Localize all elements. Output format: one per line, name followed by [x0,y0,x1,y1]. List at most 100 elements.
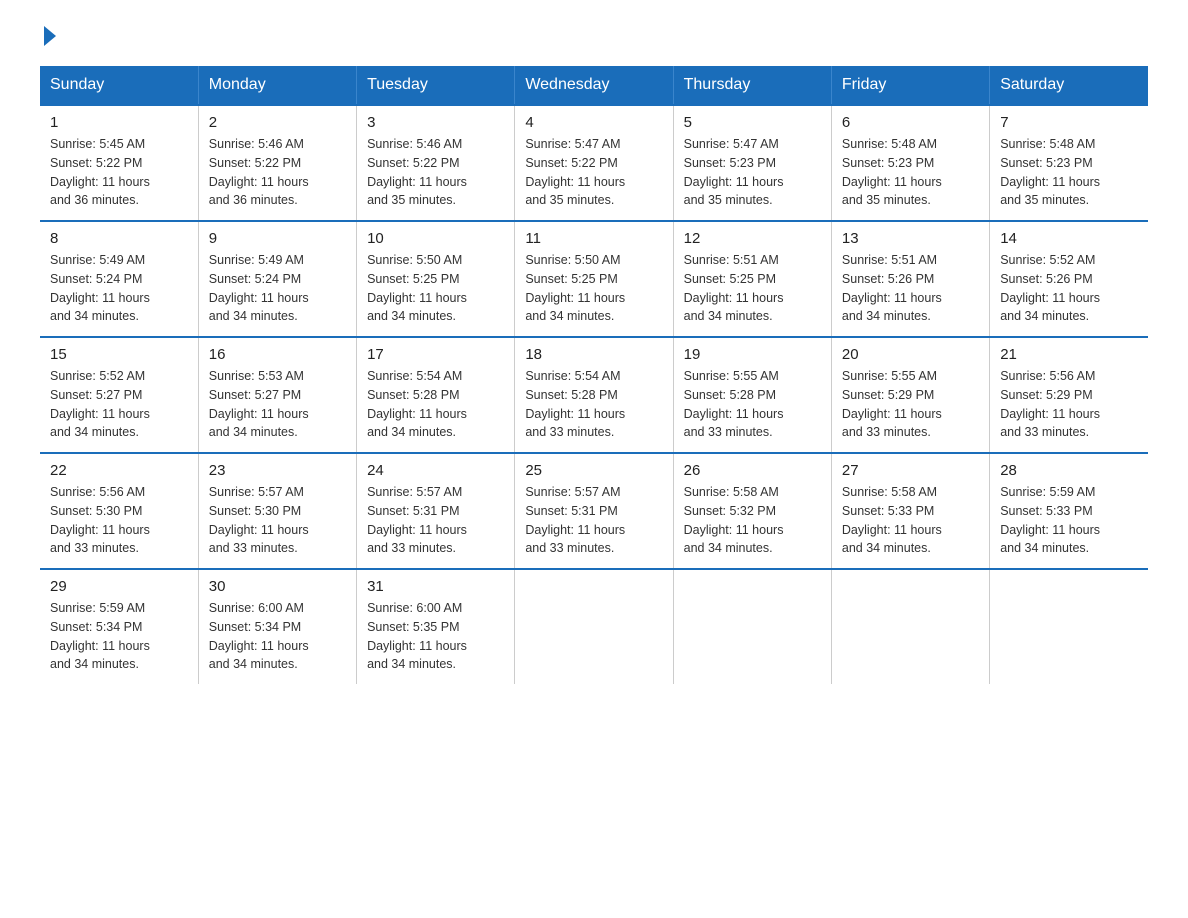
day-number: 21 [1000,346,1138,363]
day-number: 19 [684,346,821,363]
day-sun-info: Sunrise: 5:56 AMSunset: 5:29 PMDaylight:… [1000,367,1138,442]
day-sun-info: Sunrise: 5:49 AMSunset: 5:24 PMDaylight:… [209,251,346,326]
calendar-cell: 12 Sunrise: 5:51 AMSunset: 5:25 PMDayligh… [673,221,831,337]
day-sun-info: Sunrise: 5:57 AMSunset: 5:30 PMDaylight:… [209,483,346,558]
calendar-cell [673,569,831,684]
day-number: 8 [50,230,188,247]
day-sun-info: Sunrise: 5:55 AMSunset: 5:28 PMDaylight:… [684,367,821,442]
day-number: 13 [842,230,979,247]
day-sun-info: Sunrise: 5:50 AMSunset: 5:25 PMDaylight:… [525,251,662,326]
day-sun-info: Sunrise: 5:58 AMSunset: 5:33 PMDaylight:… [842,483,979,558]
day-sun-info: Sunrise: 5:49 AMSunset: 5:24 PMDaylight:… [50,251,188,326]
day-number: 22 [50,462,188,479]
calendar-cell: 23 Sunrise: 5:57 AMSunset: 5:30 PMDayligh… [198,453,356,569]
calendar-cell: 14 Sunrise: 5:52 AMSunset: 5:26 PMDayligh… [990,221,1148,337]
day-header-friday: Friday [831,66,989,105]
day-number: 16 [209,346,346,363]
day-number: 23 [209,462,346,479]
day-number: 12 [684,230,821,247]
day-number: 29 [50,578,188,595]
day-number: 26 [684,462,821,479]
day-number: 3 [367,114,504,131]
day-number: 2 [209,114,346,131]
day-number: 30 [209,578,346,595]
calendar-cell: 7 Sunrise: 5:48 AMSunset: 5:23 PMDaylight… [990,105,1148,221]
day-number: 28 [1000,462,1138,479]
day-sun-info: Sunrise: 5:47 AMSunset: 5:23 PMDaylight:… [684,135,821,210]
calendar-cell: 26Sunrise: 5:58 AMSunset: 5:32 PMDayligh… [673,453,831,569]
calendar-week-row: 8 Sunrise: 5:49 AMSunset: 5:24 PMDaylight… [40,221,1148,337]
calendar-cell [831,569,989,684]
day-sun-info: Sunrise: 5:48 AMSunset: 5:23 PMDaylight:… [842,135,979,210]
day-sun-info: Sunrise: 5:48 AMSunset: 5:23 PMDaylight:… [1000,135,1138,210]
day-sun-info: Sunrise: 5:52 AMSunset: 5:27 PMDaylight:… [50,367,188,442]
day-number: 20 [842,346,979,363]
calendar-week-row: 29Sunrise: 5:59 AMSunset: 5:34 PMDayligh… [40,569,1148,684]
calendar-cell: 31 Sunrise: 6:00 AMSunset: 5:35 PMDayligh… [357,569,515,684]
day-sun-info: Sunrise: 5:57 AMSunset: 5:31 PMDaylight:… [525,483,662,558]
day-number: 24 [367,462,504,479]
calendar-table: SundayMondayTuesdayWednesdayThursdayFrid… [40,66,1148,684]
day-sun-info: Sunrise: 5:54 AMSunset: 5:28 PMDaylight:… [367,367,504,442]
calendar-cell: 30 Sunrise: 6:00 AMSunset: 5:34 PMDayligh… [198,569,356,684]
day-header-saturday: Saturday [990,66,1148,105]
day-sun-info: Sunrise: 5:54 AMSunset: 5:28 PMDaylight:… [525,367,662,442]
calendar-cell: 4Sunrise: 5:47 AMSunset: 5:22 PMDaylight… [515,105,673,221]
calendar-cell: 5 Sunrise: 5:47 AMSunset: 5:23 PMDaylight… [673,105,831,221]
day-header-wednesday: Wednesday [515,66,673,105]
day-sun-info: Sunrise: 5:53 AMSunset: 5:27 PMDaylight:… [209,367,346,442]
day-number: 10 [367,230,504,247]
day-sun-info: Sunrise: 5:51 AMSunset: 5:25 PMDaylight:… [684,251,821,326]
calendar-cell: 20Sunrise: 5:55 AMSunset: 5:29 PMDayligh… [831,337,989,453]
day-number: 1 [50,114,188,131]
calendar-cell: 11 Sunrise: 5:50 AMSunset: 5:25 PMDayligh… [515,221,673,337]
logo-blue-text [40,30,56,46]
day-sun-info: Sunrise: 5:56 AMSunset: 5:30 PMDaylight:… [50,483,188,558]
calendar-cell: 16 Sunrise: 5:53 AMSunset: 5:27 PMDayligh… [198,337,356,453]
day-number: 17 [367,346,504,363]
calendar-cell: 2Sunrise: 5:46 AMSunset: 5:22 PMDaylight… [198,105,356,221]
day-header-thursday: Thursday [673,66,831,105]
day-sun-info: Sunrise: 6:00 AMSunset: 5:35 PMDaylight:… [367,599,504,674]
day-sun-info: Sunrise: 5:59 AMSunset: 5:33 PMDaylight:… [1000,483,1138,558]
calendar-cell: 8 Sunrise: 5:49 AMSunset: 5:24 PMDaylight… [40,221,198,337]
day-number: 27 [842,462,979,479]
day-headers-row: SundayMondayTuesdayWednesdayThursdayFrid… [40,66,1148,105]
calendar-cell: 18Sunrise: 5:54 AMSunset: 5:28 PMDayligh… [515,337,673,453]
day-sun-info: Sunrise: 5:50 AMSunset: 5:25 PMDaylight:… [367,251,504,326]
day-sun-info: Sunrise: 5:51 AMSunset: 5:26 PMDaylight:… [842,251,979,326]
calendar-cell: 28 Sunrise: 5:59 AMSunset: 5:33 PMDayligh… [990,453,1148,569]
calendar-cell: 13 Sunrise: 5:51 AMSunset: 5:26 PMDayligh… [831,221,989,337]
calendar-cell: 25 Sunrise: 5:57 AMSunset: 5:31 PMDayligh… [515,453,673,569]
calendar-cell: 6 Sunrise: 5:48 AMSunset: 5:23 PMDaylight… [831,105,989,221]
day-number: 25 [525,462,662,479]
day-header-sunday: Sunday [40,66,198,105]
day-number: 5 [684,114,821,131]
day-sun-info: Sunrise: 5:45 AMSunset: 5:22 PMDaylight:… [50,135,188,210]
calendar-week-row: 1 Sunrise: 5:45 AMSunset: 5:22 PMDaylight… [40,105,1148,221]
logo-triangle-icon [44,26,56,46]
logo [40,30,56,46]
day-number: 6 [842,114,979,131]
day-number: 11 [525,230,662,247]
day-number: 15 [50,346,188,363]
calendar-cell: 27 Sunrise: 5:58 AMSunset: 5:33 PMDayligh… [831,453,989,569]
calendar-cell: 22 Sunrise: 5:56 AMSunset: 5:30 PMDayligh… [40,453,198,569]
day-number: 7 [1000,114,1138,131]
calendar-cell: 15 Sunrise: 5:52 AMSunset: 5:27 PMDayligh… [40,337,198,453]
day-sun-info: Sunrise: 5:57 AMSunset: 5:31 PMDaylight:… [367,483,504,558]
day-number: 9 [209,230,346,247]
calendar-cell: 19 Sunrise: 5:55 AMSunset: 5:28 PMDayligh… [673,337,831,453]
day-sun-info: Sunrise: 5:47 AMSunset: 5:22 PMDaylight:… [525,135,662,210]
day-number: 31 [367,578,504,595]
calendar-cell: 24 Sunrise: 5:57 AMSunset: 5:31 PMDayligh… [357,453,515,569]
calendar-cell: 9 Sunrise: 5:49 AMSunset: 5:24 PMDaylight… [198,221,356,337]
calendar-cell: 3 Sunrise: 5:46 AMSunset: 5:22 PMDaylight… [357,105,515,221]
day-number: 14 [1000,230,1138,247]
calendar-cell: 29Sunrise: 5:59 AMSunset: 5:34 PMDayligh… [40,569,198,684]
day-header-monday: Monday [198,66,356,105]
day-sun-info: Sunrise: 6:00 AMSunset: 5:34 PMDaylight:… [209,599,346,674]
day-sun-info: Sunrise: 5:46 AMSunset: 5:22 PMDaylight:… [367,135,504,210]
calendar-cell: 1 Sunrise: 5:45 AMSunset: 5:22 PMDaylight… [40,105,198,221]
day-sun-info: Sunrise: 5:52 AMSunset: 5:26 PMDaylight:… [1000,251,1138,326]
